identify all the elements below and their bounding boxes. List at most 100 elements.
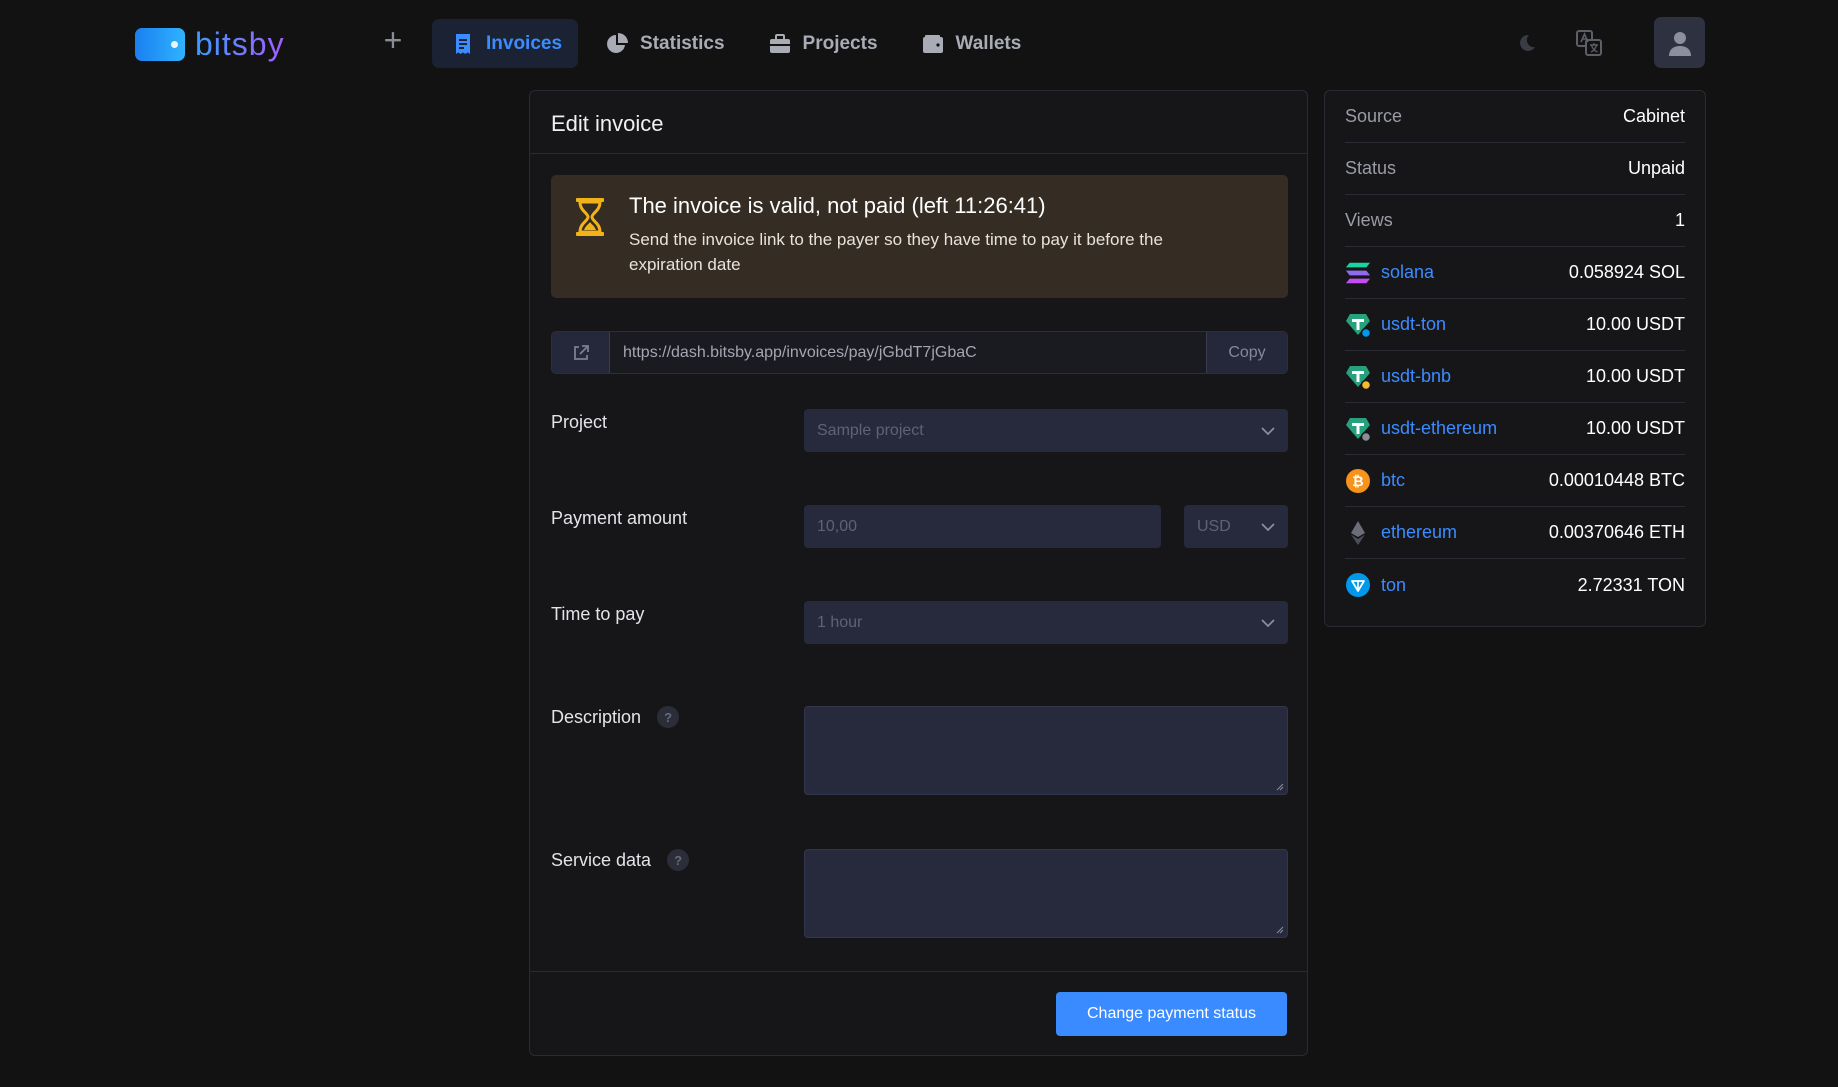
amount-label: Payment amount <box>551 508 688 528</box>
nav-label: Projects <box>802 32 878 54</box>
time-label: Time to pay <box>551 604 645 624</box>
project-select[interactable]: Sample project <box>804 409 1288 452</box>
project-select-value: Sample project <box>817 421 924 439</box>
open-link-button[interactable] <box>552 332 610 373</box>
coin-link[interactable]: ton <box>1381 575 1406 596</box>
coin-row-ethereum: ethereum 0.00370646 ETH <box>1345 507 1685 559</box>
coin-link[interactable]: usdt-ton <box>1381 314 1446 335</box>
briefcase-icon <box>769 33 790 53</box>
description-label: Description ? <box>551 706 680 728</box>
translate-icon <box>1576 29 1602 56</box>
page-title: Edit invoice <box>530 91 1307 154</box>
wallet-icon <box>922 34 943 53</box>
user-avatar[interactable] <box>1654 17 1705 68</box>
meta-value: Cabinet <box>1622 106 1685 126</box>
coin-link[interactable]: solana <box>1381 262 1434 283</box>
coin-amount: 0.00010448 BTC <box>1548 470 1685 490</box>
invoice-link-group: Copy <box>551 331 1288 374</box>
resize-handle-icon[interactable] <box>1276 926 1284 934</box>
coin-link[interactable]: usdt-bnb <box>1381 366 1451 387</box>
time-select-value: 1 hour <box>817 613 863 631</box>
coin-row-ton: ton 2.72331 TON <box>1345 559 1685 611</box>
meta-key: Source <box>1345 106 1403 126</box>
project-label: Project <box>551 412 608 432</box>
main-nav: Invoices Statistics Projects Wallets <box>432 19 1037 68</box>
copy-button[interactable]: Copy <box>1206 332 1287 373</box>
alert-text: Send the invoice link to the payer so th… <box>629 230 1163 274</box>
coin-link[interactable]: btc <box>1381 470 1405 491</box>
nav-label: Invoices <box>486 32 563 54</box>
help-icon[interactable]: ? <box>657 706 680 728</box>
coin-row-btc: ₿ btc 0.00010448 BTC <box>1345 455 1685 507</box>
amount-input[interactable]: 10,00 <box>804 505 1161 548</box>
help-icon[interactable]: ? <box>667 849 690 871</box>
solana-icon <box>1345 262 1371 283</box>
meta-key: Status <box>1345 158 1397 178</box>
meta-row-source: Source Cabinet <box>1345 91 1685 143</box>
pie-chart-icon <box>607 32 629 53</box>
tether-icon <box>1346 417 1371 442</box>
add-button[interactable]: + <box>378 24 408 56</box>
service-data-textarea[interactable] <box>804 849 1288 938</box>
meta-row-views: Views 1 <box>1345 195 1685 247</box>
invoice-summary-card: Source Cabinet Status Unpaid Views 1 sol… <box>1324 90 1706 627</box>
nav-item-wallets[interactable]: Wallets <box>902 19 1038 68</box>
coin-amount: 2.72331 TON <box>1577 574 1685 595</box>
external-link-icon <box>573 344 589 360</box>
meta-value: Unpaid <box>1627 158 1685 178</box>
coin-row-usdt-bnb: usdt-bnb 10.00 USDT <box>1345 351 1685 403</box>
coin-amount: 10.00 USDT <box>1585 366 1685 386</box>
alert-title: The invoice is valid, not paid (left 11:… <box>629 193 1046 218</box>
coin-amount: 10.00 USDT <box>1585 418 1685 438</box>
amount-input-value: 10,00 <box>817 517 858 535</box>
coin-row-usdt-ton: usdt-ton 10.00 USDT <box>1345 299 1685 351</box>
chevron-down-icon <box>1261 426 1275 435</box>
bitcoin-icon: ₿ <box>1346 468 1370 493</box>
description-textarea[interactable] <box>804 706 1288 795</box>
header-actions <box>1512 17 1705 68</box>
language-switch[interactable] <box>1574 28 1604 58</box>
meta-row-status: Status Unpaid <box>1345 143 1685 195</box>
tether-icon <box>1346 365 1371 390</box>
wallet-logo-icon <box>135 28 185 61</box>
chevron-down-icon <box>1261 618 1275 627</box>
currency-select[interactable]: USD <box>1184 505 1288 548</box>
amount-row: Payment amount 10,00 USD <box>551 505 1288 548</box>
project-row: Project Sample project <box>551 409 1288 452</box>
nav-item-invoices[interactable]: Invoices <box>432 19 579 68</box>
meta-value: 1 <box>1674 210 1685 230</box>
time-select[interactable]: 1 hour <box>804 601 1288 644</box>
theme-toggle[interactable] <box>1512 28 1542 58</box>
invoice-status-alert: The invoice is valid, not paid (left 11:… <box>551 175 1288 298</box>
coin-row-usdt-ethereum: usdt-ethereum 10.00 USDT <box>1345 403 1685 455</box>
nav-item-statistics[interactable]: Statistics <box>586 19 740 68</box>
user-icon <box>1668 31 1691 56</box>
coin-amount: 10.00 USDT <box>1585 314 1685 334</box>
svg-text:₿: ₿ <box>1352 473 1363 489</box>
time-row: Time to pay 1 hour <box>551 601 1288 644</box>
brand-logo[interactable]: bitsby <box>135 26 285 63</box>
service-data-label: Service data ? <box>551 849 690 871</box>
coin-amount: 0.00370646 ETH <box>1548 522 1685 542</box>
nav-label: Wallets <box>955 32 1022 54</box>
nav-item-projects[interactable]: Projects <box>749 19 894 68</box>
change-payment-status-button[interactable]: Change payment status <box>1056 992 1287 1036</box>
receipt-icon <box>456 33 470 54</box>
card-footer: Change payment status <box>530 971 1307 1056</box>
currency-value: USD <box>1197 517 1231 535</box>
brand-name: bitsby <box>195 26 285 62</box>
coin-row-solana: solana 0.058924 SOL <box>1345 247 1685 299</box>
coin-amount: 0.058924 SOL <box>1568 262 1685 282</box>
hourglass-icon <box>576 198 604 236</box>
nav-label: Statistics <box>640 32 725 54</box>
edit-invoice-card: Edit invoice The invoice is valid, not p… <box>529 90 1308 1056</box>
resize-handle-icon[interactable] <box>1276 783 1284 791</box>
ton-icon <box>1346 573 1370 597</box>
moon-icon <box>1520 34 1535 51</box>
invoice-link-input[interactable] <box>610 332 1206 373</box>
coin-link[interactable]: usdt-ethereum <box>1381 418 1497 439</box>
service-data-row: Service data ? <box>551 849 1288 938</box>
ethereum-icon <box>1351 520 1365 545</box>
chevron-down-icon <box>1261 522 1275 531</box>
coin-link[interactable]: ethereum <box>1381 522 1457 543</box>
